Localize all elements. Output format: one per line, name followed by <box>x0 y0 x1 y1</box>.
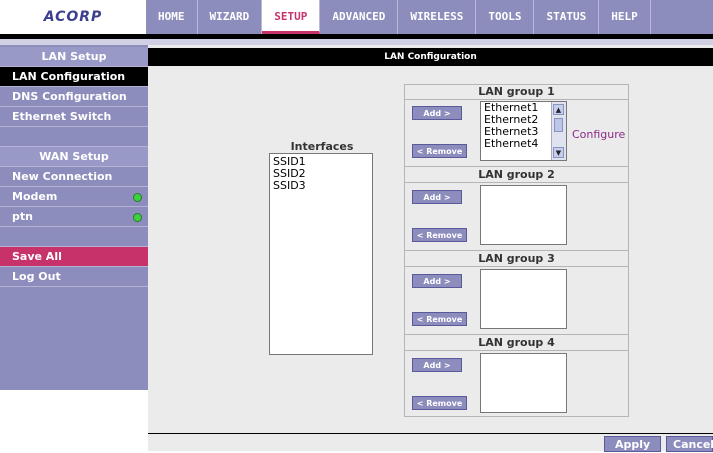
sidebar-item-label: Modem <box>12 190 58 203</box>
divider <box>404 350 629 351</box>
nav-advanced[interactable]: ADVANCED <box>320 0 399 34</box>
lan-group-4-listbox[interactable] <box>480 353 567 413</box>
add-button-group-1[interactable]: Add > <box>412 106 462 120</box>
remove-button-group-4[interactable]: < Remove <box>412 396 467 410</box>
divider <box>404 250 629 251</box>
lan-group-4-title: LAN group 4 <box>478 336 555 349</box>
nav-home[interactable]: HOME <box>146 0 198 34</box>
sidebar: LAN Setup LAN Configuration DNS Configur… <box>0 45 148 390</box>
save-all-button[interactable]: Save All <box>0 247 148 267</box>
sidebar-spacer <box>0 227 148 247</box>
divider <box>404 334 629 335</box>
lan-group-2-listbox[interactable] <box>480 185 567 245</box>
divider <box>404 166 629 167</box>
interfaces-listbox[interactable]: SSID1 SSID2 SSID3 <box>269 153 373 355</box>
add-button-group-2[interactable]: Add > <box>412 190 462 204</box>
logo-text: ACORP <box>43 9 103 25</box>
down-arrow-icon[interactable]: ▼ <box>553 147 564 158</box>
sidebar-item-new-connection[interactable]: New Connection <box>0 167 148 187</box>
nav-wireless[interactable]: WIRELESS <box>398 0 477 34</box>
top-bar: ACORP HOME WIZARD SETUP ADVANCED WIRELES… <box>0 0 713 34</box>
sidebar-item-ethernet-switch[interactable]: Ethernet Switch <box>0 107 148 127</box>
lan-group-1-title: LAN group 1 <box>478 85 555 98</box>
log-out-button[interactable]: Log Out <box>0 267 148 287</box>
nav-setup[interactable]: SETUP <box>262 0 321 34</box>
scroll-thumb[interactable] <box>554 118 563 132</box>
top-nav: HOME WIZARD SETUP ADVANCED WIRELESS TOOL… <box>146 0 713 34</box>
configure-link[interactable]: Configure <box>572 128 625 141</box>
logo: ACORP <box>0 0 146 34</box>
up-arrow-icon[interactable]: ▲ <box>553 104 564 115</box>
status-dot-icon <box>133 213 142 222</box>
add-button-group-3[interactable]: Add > <box>412 274 462 288</box>
nav-wizard[interactable]: WIZARD <box>198 0 263 34</box>
sidebar-header-lan: LAN Setup <box>0 47 148 67</box>
sidebar-header-wan: WAN Setup <box>0 147 148 167</box>
lan-group-1-listbox[interactable]: Ethernet1 Ethernet2 Ethernet3 Ethernet4 … <box>480 101 567 161</box>
divider <box>404 99 629 100</box>
sidebar-spacer <box>0 127 148 147</box>
sidebar-item-label: ptn <box>12 210 33 223</box>
remove-button-group-1[interactable]: < Remove <box>412 144 467 158</box>
remove-button-group-3[interactable]: < Remove <box>412 312 467 326</box>
nav-tools[interactable]: TOOLS <box>476 0 535 34</box>
lan-group-2-title: LAN group 2 <box>478 168 555 181</box>
nav-help[interactable]: HELP <box>599 0 651 34</box>
status-dot-icon <box>133 193 142 202</box>
lan-group-3-title: LAN group 3 <box>478 252 555 265</box>
page-title: LAN Configuration <box>148 48 713 66</box>
divider <box>404 266 629 267</box>
lan-group-3-listbox[interactable] <box>480 269 567 329</box>
add-button-group-4[interactable]: Add > <box>412 358 462 372</box>
scrollbar[interactable]: ▲ ▼ <box>551 102 566 160</box>
sidebar-item-ptn[interactable]: ptn <box>0 207 148 227</box>
sidebar-item-modem[interactable]: Modem <box>0 187 148 207</box>
sidebar-item-dns-configuration[interactable]: DNS Configuration <box>0 87 148 107</box>
divider <box>404 182 629 183</box>
interfaces-label: Interfaces <box>290 140 354 153</box>
list-item[interactable]: SSID3 <box>273 180 369 192</box>
nav-status[interactable]: STATUS <box>534 0 600 34</box>
remove-button-group-2[interactable]: < Remove <box>412 228 467 242</box>
sidebar-item-lan-configuration[interactable]: LAN Configuration <box>0 67 148 87</box>
